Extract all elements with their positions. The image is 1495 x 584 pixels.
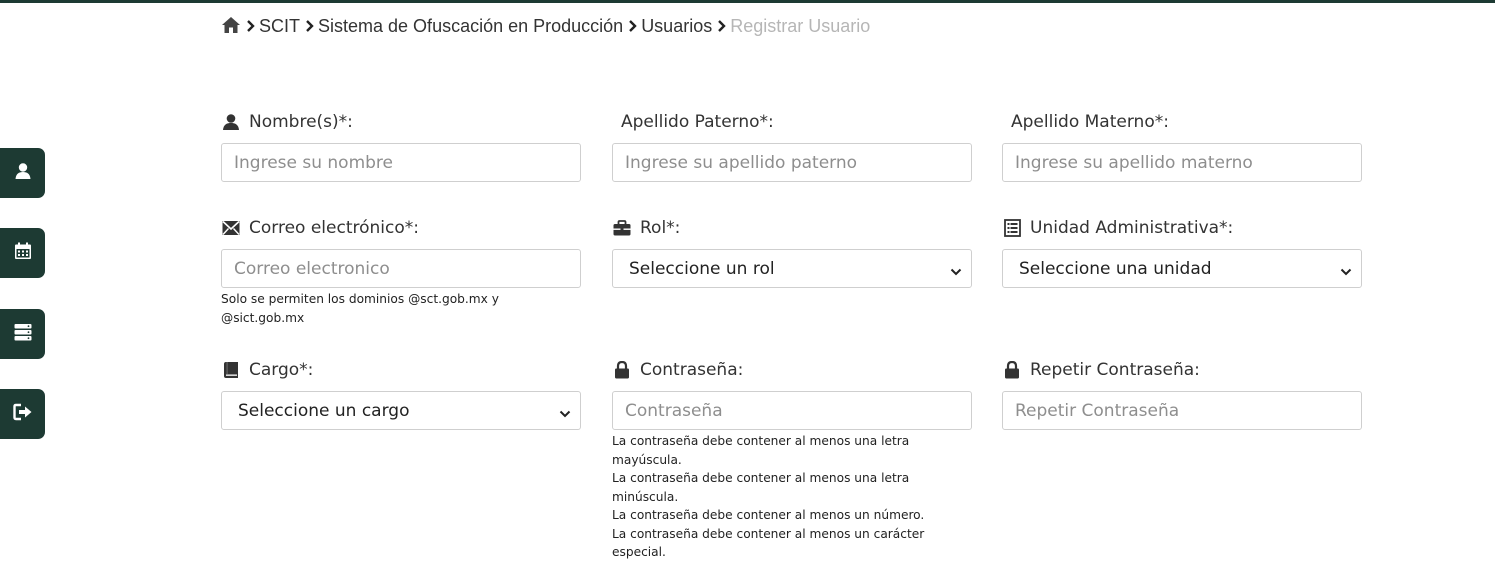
calendar-icon	[14, 242, 32, 264]
breadcrumb-scit[interactable]: SCIT	[259, 16, 300, 37]
lock-icon	[612, 360, 632, 380]
apellido-materno-group: Apellido Materno*:	[1002, 110, 1362, 182]
nombre-label: Nombre(s)*:	[249, 112, 353, 132]
briefcase-icon	[612, 218, 632, 238]
chevron-down-icon	[559, 405, 571, 418]
chevron-right-icon	[717, 19, 729, 33]
repetir-contrasena-input[interactable]	[1002, 391, 1362, 430]
chevron-down-icon	[950, 263, 962, 276]
correo-input[interactable]	[221, 249, 581, 288]
breadcrumb-current: Registrar Usuario	[730, 15, 871, 36]
password-rule: La contraseña debe contener al menos una…	[612, 471, 910, 504]
nombre-input[interactable]	[221, 143, 581, 182]
unidad-label: Unidad Administrativa*:	[1030, 218, 1234, 238]
rol-group: Rol*: Seleccione un rol	[612, 216, 972, 288]
apellido-materno-label: Apellido Materno*:	[1011, 112, 1169, 132]
home-icon[interactable]	[221, 16, 241, 36]
cargo-selected: Seleccione un cargo	[238, 400, 410, 421]
breadcrumb-sistema[interactable]: Sistema de Ofuscación en Producción	[318, 16, 623, 37]
unidad-selected: Seleccione una unidad	[1019, 258, 1212, 279]
rol-selected: Seleccione un rol	[629, 258, 775, 279]
password-rules: La contraseña debe contener al menos una…	[612, 432, 972, 562]
chevron-right-icon	[305, 19, 317, 33]
password-rule: La contraseña debe contener al menos un …	[612, 508, 925, 522]
user-icon	[14, 162, 32, 184]
cargo-label: Cargo*:	[249, 360, 314, 380]
sidebar-item-user[interactable]	[0, 148, 45, 198]
password-rule: La contraseña debe contener al menos un …	[612, 526, 925, 560]
cargo-select[interactable]: Seleccione un cargo	[221, 391, 581, 430]
chevron-right-icon	[246, 19, 258, 33]
chevron-down-icon	[1340, 263, 1352, 276]
user-icon	[221, 112, 241, 132]
server-icon	[14, 323, 32, 345]
contrasena-group: Contraseña: La contraseña debe contener …	[612, 358, 972, 562]
rol-select[interactable]: Seleccione un rol	[612, 249, 972, 288]
sidebar-item-logout[interactable]	[0, 389, 45, 439]
sidebar-item-calendar[interactable]	[0, 228, 45, 278]
cargo-group: Cargo*: Seleccione un cargo	[221, 358, 581, 430]
sidebar-item-server[interactable]	[0, 309, 45, 359]
correo-group: Correo electrónico*: Solo se permiten lo…	[221, 216, 581, 327]
repetir-contrasena-group: Repetir Contraseña:	[1002, 358, 1362, 430]
apellido-paterno-group: Apellido Paterno*:	[612, 110, 972, 182]
contrasena-label: Contraseña:	[640, 360, 744, 380]
nombre-group: Nombre(s)*:	[221, 110, 581, 182]
apellido-materno-input[interactable]	[1002, 143, 1362, 182]
rol-label: Rol*:	[640, 218, 681, 238]
apellido-paterno-label: Apellido Paterno*:	[621, 112, 774, 132]
envelope-icon	[221, 218, 241, 238]
list-icon	[1002, 218, 1022, 238]
book-icon	[221, 360, 241, 380]
unidad-select[interactable]: Seleccione una unidad	[1002, 249, 1362, 288]
logout-icon	[12, 403, 33, 425]
correo-hint: Solo se permiten los dominios @sct.gob.m…	[221, 292, 499, 325]
breadcrumb: SCIT Sistema de Ofuscación en Producción…	[221, 14, 870, 38]
top-accent-bar	[0, 0, 1495, 3]
chevron-right-icon	[628, 19, 640, 33]
breadcrumb-usuarios[interactable]: Usuarios	[641, 16, 712, 37]
contrasena-input[interactable]	[612, 391, 972, 430]
repetir-contrasena-label: Repetir Contraseña:	[1030, 360, 1200, 380]
correo-label: Correo electrónico*:	[249, 218, 419, 238]
password-rule: La contraseña debe contener al menos una…	[612, 434, 910, 467]
unidad-group: Unidad Administrativa*: Seleccione una u…	[1002, 216, 1362, 288]
apellido-paterno-input[interactable]	[612, 143, 972, 182]
lock-icon	[1002, 360, 1022, 380]
